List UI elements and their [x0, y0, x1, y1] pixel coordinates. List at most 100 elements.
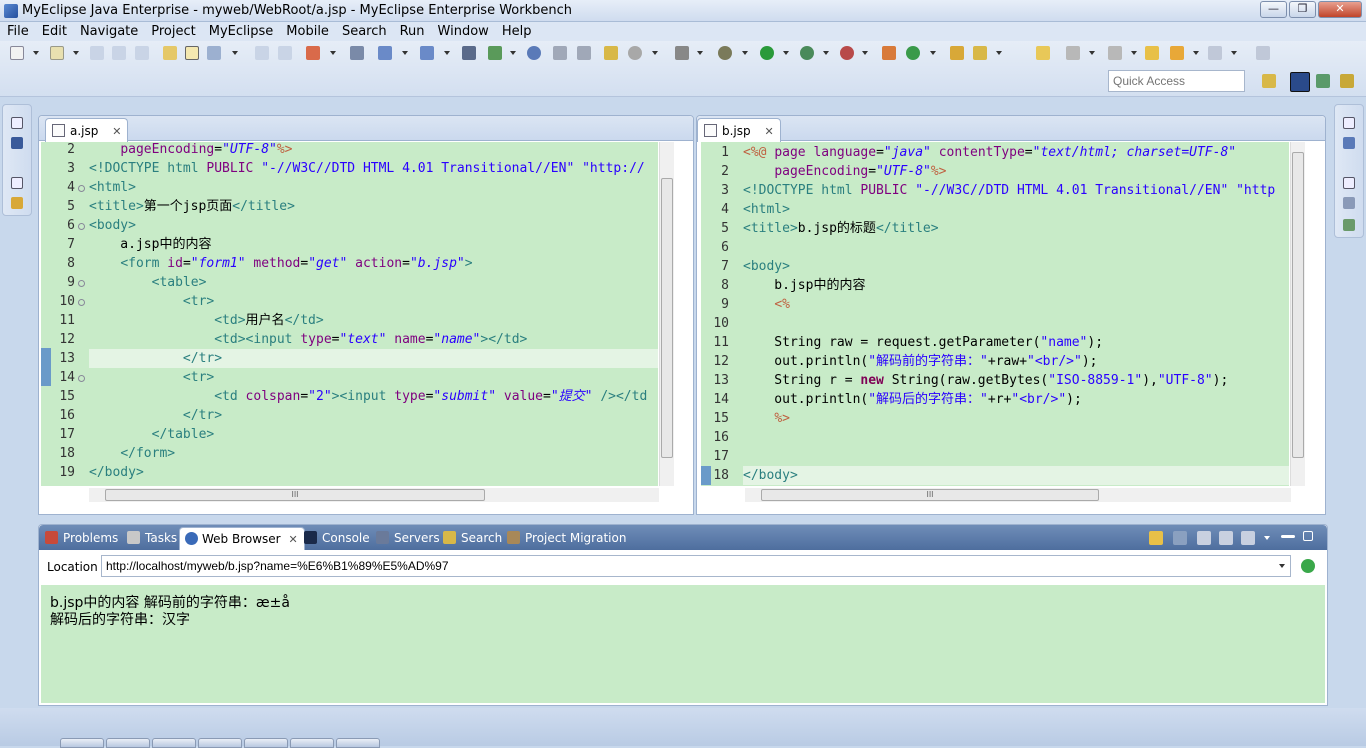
refresh-icon[interactable] [1219, 531, 1233, 545]
taskbar-item[interactable] [244, 738, 288, 748]
hierarchy-icon[interactable] [1343, 137, 1355, 149]
search-icon[interactable] [973, 46, 987, 60]
h-scroll-thumb[interactable]: III [761, 489, 1099, 501]
wand2-icon[interactable] [420, 46, 434, 60]
go-icon[interactable] [1301, 559, 1315, 573]
vertical-scrollbar-a[interactable] [659, 142, 674, 486]
close-tab-icon[interactable]: ✕ [288, 533, 297, 546]
redo-icon[interactable] [278, 46, 292, 60]
menu-file[interactable]: File [0, 22, 35, 39]
menu-mobile[interactable]: Mobile [279, 22, 335, 39]
forward-arrow-icon[interactable] [1173, 531, 1187, 545]
globe-icon[interactable] [527, 46, 541, 60]
menu-search[interactable]: Search [335, 22, 393, 39]
annotate-icon[interactable] [1036, 46, 1050, 60]
run-icon[interactable] [760, 46, 774, 60]
myeclipse-perspective-icon[interactable] [1290, 72, 1310, 92]
tab-tasks[interactable]: Tasks [127, 531, 177, 545]
restore-icon[interactable] [11, 117, 23, 129]
open-folder-icon[interactable] [950, 46, 964, 60]
tab-problems[interactable]: Problems [45, 531, 118, 545]
next-annotation-icon[interactable] [1066, 46, 1080, 60]
code-editor-a[interactable]: 2 3 4 5 6 7 8 9 10 11 12 13 14 15 16 17 … [41, 142, 658, 486]
tab-a-jsp[interactable]: a.jsp ✕ [45, 118, 129, 142]
taskbar-item[interactable] [198, 738, 242, 748]
scroll-thumb[interactable] [1292, 152, 1304, 458]
restore-right2-icon[interactable] [1343, 177, 1355, 189]
horizontal-scrollbar-b[interactable]: III [745, 488, 1291, 502]
back-arrow-icon[interactable] [1149, 531, 1163, 545]
terminal-icon[interactable] [675, 46, 689, 60]
db2-icon[interactable] [488, 46, 502, 60]
h-scroll-thumb[interactable]: III [105, 489, 485, 501]
url-input[interactable] [101, 555, 1291, 577]
pin-editor-icon[interactable] [1256, 46, 1270, 60]
forward-arrow-icon[interactable] [1208, 46, 1222, 60]
back-arrow-icon[interactable] [1170, 46, 1184, 60]
mail-icon[interactable] [553, 46, 567, 60]
menu-project[interactable]: Project [144, 22, 201, 39]
menu-edit[interactable]: Edit [35, 22, 73, 39]
run-server-icon[interactable] [800, 46, 814, 60]
toggle-mark-icon[interactable] [185, 46, 199, 60]
refresh-icon[interactable] [577, 46, 591, 60]
server-icon[interactable] [350, 46, 364, 60]
restore2-icon[interactable] [11, 177, 23, 189]
taskbar-item[interactable] [106, 738, 150, 748]
quick-access-input[interactable] [1108, 70, 1245, 92]
close-tab-icon[interactable]: ✕ [112, 125, 121, 138]
minimize-button[interactable]: — [1260, 1, 1287, 18]
close-tab-icon[interactable]: ✕ [764, 125, 773, 138]
stop-icon[interactable] [1197, 531, 1211, 545]
open-external-icon[interactable] [1241, 531, 1255, 545]
menu-help[interactable]: Help [495, 22, 538, 39]
open-perspective-icon[interactable] [1262, 74, 1276, 88]
save-all-icon[interactable] [112, 46, 126, 60]
new-icon[interactable] [10, 46, 24, 60]
snippets-icon[interactable] [1343, 219, 1355, 231]
new-class-icon[interactable] [882, 46, 896, 60]
wand-icon[interactable] [378, 46, 392, 60]
vertical-scrollbar-b[interactable] [1290, 142, 1305, 486]
print-icon[interactable] [135, 46, 149, 60]
menu-myeclipse[interactable]: MyEclipse [202, 22, 280, 39]
minimize-panel-icon[interactable] [1281, 535, 1295, 538]
code-editor-b[interactable]: 1 2 3 4 5 6 7 8 9 10 11 12 13 14 15 16 1… [701, 142, 1289, 486]
taskbar-item[interactable] [336, 738, 380, 748]
close-button[interactable]: ✕ [1318, 1, 1362, 18]
tab-project-migration[interactable]: Project Migration [507, 531, 626, 545]
tab-servers[interactable]: Servers [376, 531, 440, 545]
maximize-panel-icon[interactable] [1303, 531, 1313, 541]
outline-icon[interactable] [11, 197, 23, 209]
link-icon[interactable] [207, 46, 221, 60]
taskbar-item[interactable] [152, 738, 196, 748]
debug-icon[interactable] [718, 46, 732, 60]
last-edit-icon[interactable] [1145, 46, 1159, 60]
properties-icon[interactable] [1343, 197, 1355, 209]
code-text-b[interactable]: <%@ page language="java" contentType="te… [743, 142, 1289, 486]
maximize-button[interactable]: ❐ [1289, 1, 1316, 18]
external-tools-icon[interactable] [840, 46, 854, 60]
xml-icon[interactable] [604, 46, 618, 60]
menu-navigate[interactable]: Navigate [73, 22, 144, 39]
deploy-icon[interactable] [306, 46, 320, 60]
package-explorer-icon[interactable] [11, 137, 23, 149]
new-project-icon[interactable] [50, 46, 64, 60]
horizontal-scrollbar-a[interactable]: III [89, 488, 659, 502]
tab-web-browser[interactable]: Web Browser ✕ [179, 527, 305, 550]
new-package-icon[interactable] [906, 46, 920, 60]
menu-run[interactable]: Run [393, 22, 431, 39]
save-icon[interactable] [90, 46, 104, 60]
restore-right-icon[interactable] [1343, 117, 1355, 129]
debug-perspective-icon[interactable] [1340, 74, 1354, 88]
menu-window[interactable]: Window [431, 22, 495, 39]
java-perspective-icon[interactable] [1316, 74, 1330, 88]
open-type-icon[interactable] [163, 46, 177, 60]
scroll-thumb[interactable] [661, 178, 673, 458]
tab-console[interactable]: Console [304, 531, 370, 545]
tab-search[interactable]: Search [443, 531, 502, 545]
tab-b-jsp[interactable]: b.jsp ✕ [697, 118, 781, 142]
prev-annotation-icon[interactable] [1108, 46, 1122, 60]
taskbar-item[interactable] [290, 738, 334, 748]
code-text-a[interactable]: pageEncoding="UTF-8"%> <!DOCTYPE html PU… [89, 142, 658, 486]
